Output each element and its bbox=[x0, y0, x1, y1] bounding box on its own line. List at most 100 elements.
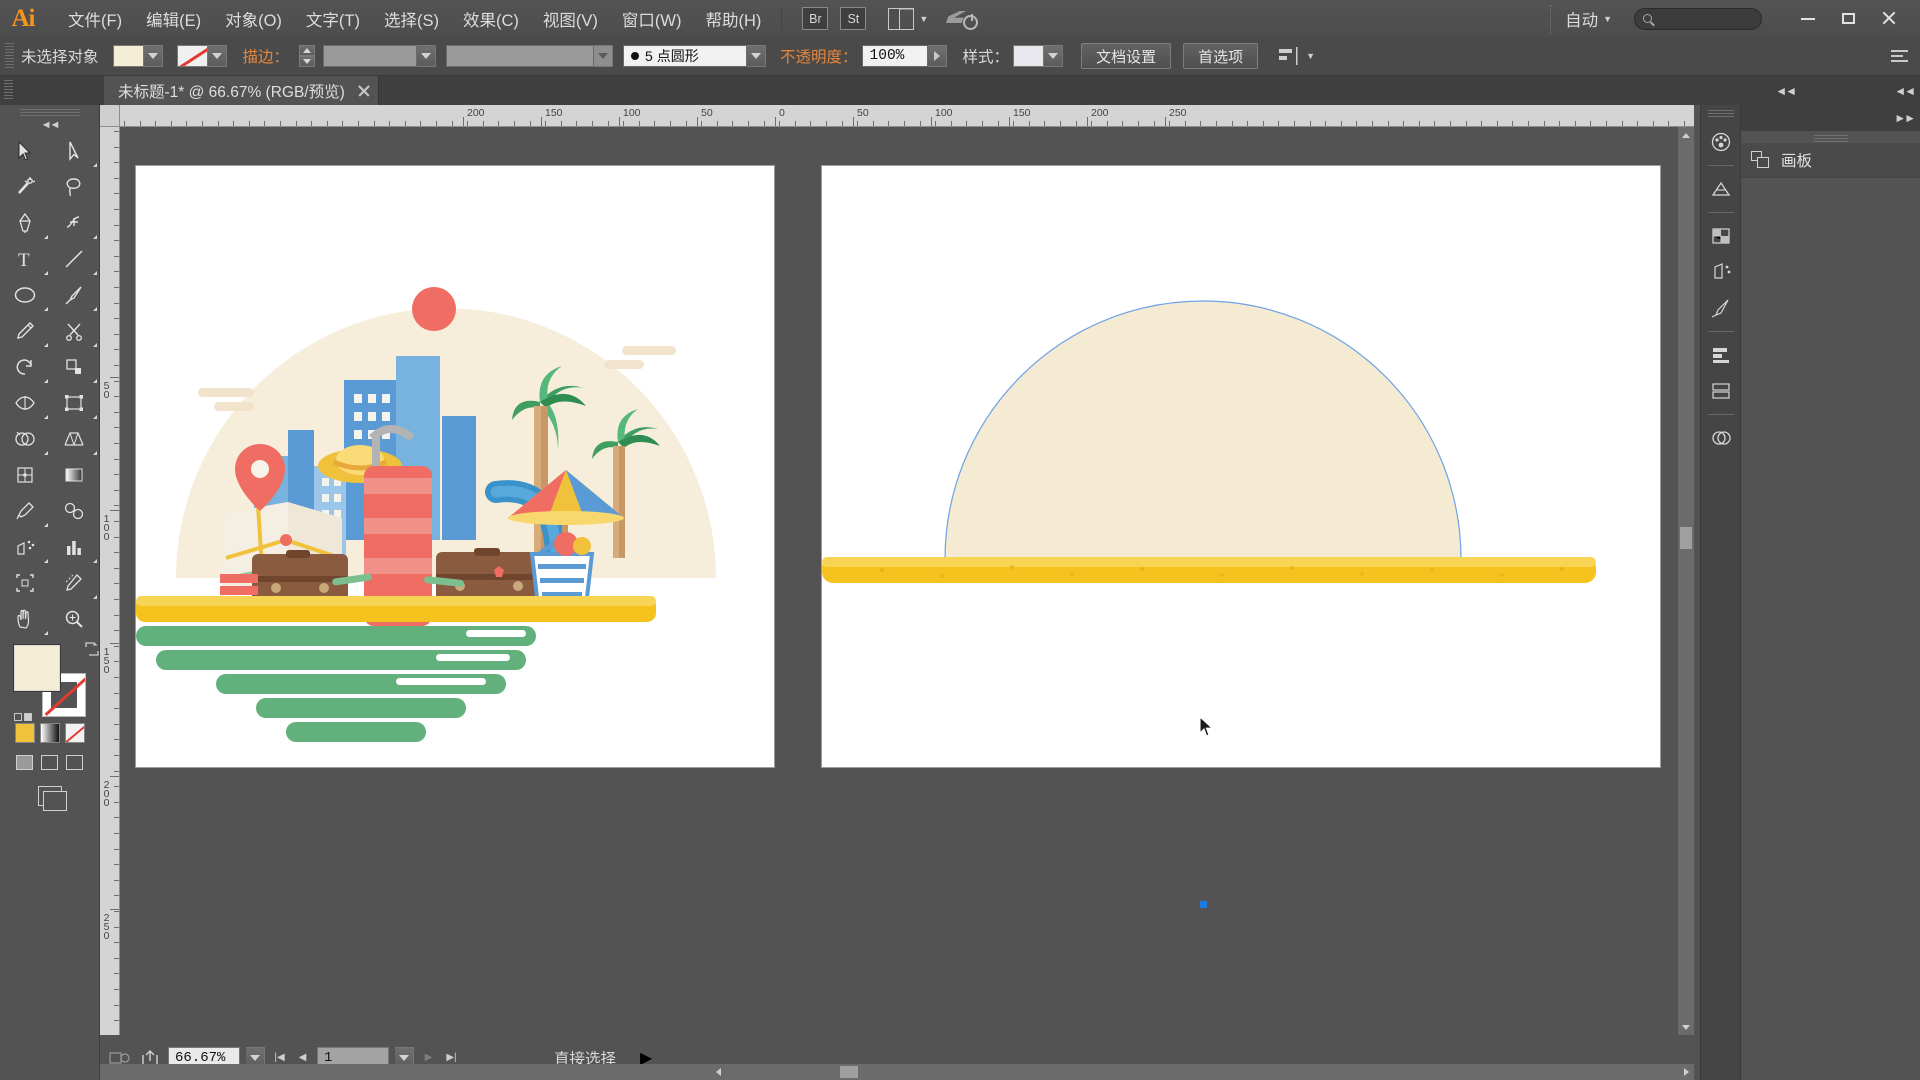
slice-tool[interactable] bbox=[50, 565, 100, 601]
pen-tool[interactable] bbox=[0, 205, 50, 241]
symbols-panel-icon[interactable] bbox=[1701, 254, 1741, 290]
artboards-panel-body[interactable] bbox=[1741, 177, 1920, 1057]
expand-panels-icon[interactable]: ►► bbox=[1894, 111, 1916, 125]
swap-fill-stroke-icon[interactable] bbox=[84, 641, 100, 657]
control-bar-grip[interactable] bbox=[5, 43, 14, 69]
draw-normal-button[interactable] bbox=[16, 755, 33, 770]
close-button[interactable] bbox=[1868, 4, 1908, 34]
canvas-area[interactable]: 200 150 100 50 0 50 100 150 200 250 50 100 150 200 25… bbox=[100, 105, 1694, 1035]
graphic-style-dropdown[interactable] bbox=[1044, 45, 1064, 67]
opacity-input[interactable]: 100% bbox=[861, 45, 928, 67]
lasso-tool[interactable] bbox=[50, 169, 100, 205]
tab-artboards[interactable]: 画板 bbox=[1741, 143, 1920, 177]
horizontal-scrollbar[interactable] bbox=[100, 1064, 1694, 1080]
paintbrush-tool[interactable] bbox=[50, 277, 100, 313]
free-transform-tool[interactable] bbox=[50, 385, 100, 421]
collapse-dock-icon[interactable]: ◄◄ bbox=[1775, 84, 1797, 98]
menu-window[interactable]: 窗口(W) bbox=[610, 3, 694, 35]
type-tool[interactable]: T bbox=[0, 241, 50, 277]
stroke-cap-dropdown[interactable] bbox=[747, 45, 767, 67]
align-to-selection-icon[interactable] bbox=[1278, 46, 1300, 66]
dock-grip[interactable] bbox=[1707, 110, 1734, 118]
appearance-panel-icon[interactable] bbox=[1701, 420, 1741, 456]
color-panel-icon[interactable] bbox=[1701, 124, 1741, 160]
close-tab-icon[interactable] bbox=[357, 84, 370, 97]
align-chevron-down-icon[interactable]: ▼ bbox=[1306, 51, 1315, 61]
scroll-up-button[interactable] bbox=[1678, 127, 1694, 143]
bridge-button[interactable]: Br bbox=[802, 7, 829, 30]
fill-swatch[interactable] bbox=[112, 45, 144, 67]
document-setup-button[interactable]: 文档设置 bbox=[1081, 43, 1172, 69]
scroll-right-button[interactable] bbox=[1678, 1064, 1694, 1080]
gradient-tool[interactable] bbox=[50, 457, 100, 493]
graphic-style-swatch[interactable] bbox=[1013, 45, 1045, 67]
horizontal-scroll-thumb[interactable] bbox=[840, 1066, 858, 1078]
anchor-top[interactable] bbox=[1200, 901, 1207, 908]
menu-object[interactable]: 对象(O) bbox=[213, 3, 294, 35]
brushes-panel-icon[interactable] bbox=[1701, 290, 1741, 326]
collapse-right-panel-icon[interactable]: ◄◄ bbox=[1894, 84, 1916, 98]
menu-help[interactable]: 帮助(H) bbox=[693, 3, 773, 35]
opacity-popup-button[interactable] bbox=[927, 45, 947, 67]
transparency-panel-icon[interactable] bbox=[1701, 218, 1741, 254]
selection-tool[interactable] bbox=[0, 133, 50, 169]
arrange-documents-button[interactable]: ▼ bbox=[888, 7, 928, 30]
ruler-origin[interactable] bbox=[100, 105, 120, 127]
control-bar-menu-button[interactable] bbox=[1891, 50, 1908, 62]
variable-width-profile-group[interactable] bbox=[323, 45, 437, 67]
preferences-button[interactable]: 首选项 bbox=[1183, 43, 1259, 69]
menu-file[interactable]: 文件(F) bbox=[56, 3, 134, 35]
selected-shape-group[interactable] bbox=[822, 166, 1660, 767]
menu-type[interactable]: 文字(T) bbox=[294, 3, 372, 35]
brush-definition-field[interactable] bbox=[446, 45, 595, 67]
scissors-tool[interactable] bbox=[50, 313, 100, 349]
artboard-2[interactable] bbox=[821, 165, 1661, 908]
ellipse-tool[interactable] bbox=[0, 277, 50, 313]
fill-color-swatch[interactable] bbox=[13, 645, 60, 691]
brush-definition-group[interactable] bbox=[446, 45, 614, 67]
tools-panel-collapse-icon[interactable]: ◄◄ bbox=[0, 119, 99, 131]
default-fill-stroke-icon[interactable] bbox=[13, 713, 32, 721]
artboard-tool[interactable] bbox=[0, 565, 50, 601]
column-graph-tool[interactable] bbox=[50, 529, 100, 565]
add-anchor-point-tool[interactable] bbox=[50, 205, 100, 241]
stroke-swatch-group[interactable] bbox=[176, 45, 227, 67]
artboard-1[interactable] bbox=[135, 165, 775, 768]
minimize-button[interactable] bbox=[1788, 4, 1828, 34]
fill-swatch-dropdown[interactable] bbox=[143, 45, 163, 67]
line-segment-tool[interactable] bbox=[50, 241, 100, 277]
pencil-tool[interactable] bbox=[0, 313, 50, 349]
brush-definition-dropdown[interactable] bbox=[594, 45, 614, 67]
direct-selection-tool[interactable] bbox=[50, 133, 100, 169]
right-panel-grip[interactable] bbox=[1813, 135, 1848, 143]
gradient-button[interactable] bbox=[39, 723, 60, 743]
blend-tool[interactable] bbox=[50, 493, 100, 529]
eyedropper-tool[interactable] bbox=[0, 493, 50, 529]
canvas-viewport[interactable] bbox=[121, 128, 1674, 1035]
width-tool[interactable] bbox=[0, 385, 50, 421]
vertical-scrollbar[interactable] bbox=[1678, 127, 1694, 1035]
style-group[interactable] bbox=[1013, 45, 1064, 67]
vertical-scroll-thumb[interactable] bbox=[1680, 527, 1692, 549]
stroke-cap-field[interactable]: 5 点圆形 bbox=[623, 45, 748, 67]
variable-width-dropdown[interactable] bbox=[417, 45, 437, 67]
hand-tool[interactable] bbox=[0, 601, 50, 637]
fill-stroke-widget[interactable] bbox=[13, 642, 99, 721]
fill-swatch-group[interactable] bbox=[112, 45, 163, 67]
creative-cloud-sync-icon[interactable] bbox=[948, 8, 979, 30]
shape-builder-tool[interactable] bbox=[0, 421, 50, 457]
gradient-panel-icon[interactable] bbox=[1701, 171, 1741, 207]
magic-wand-tool[interactable] bbox=[0, 169, 50, 205]
search-adobe-stock-input[interactable] bbox=[1634, 7, 1762, 30]
stroke-weight-stepper[interactable] bbox=[299, 45, 316, 67]
color-button[interactable] bbox=[14, 723, 35, 743]
perspective-grid-tool[interactable] bbox=[50, 421, 100, 457]
scroll-left-button[interactable] bbox=[710, 1064, 726, 1080]
draw-inside-button[interactable] bbox=[66, 755, 83, 770]
stroke-swatch[interactable] bbox=[176, 45, 208, 67]
workspace-switcher[interactable]: 自动 bbox=[1565, 7, 1598, 31]
draw-behind-button[interactable] bbox=[41, 755, 58, 770]
none-button[interactable] bbox=[64, 723, 85, 743]
opacity-group[interactable]: 100% bbox=[861, 45, 947, 67]
mesh-tool[interactable] bbox=[0, 457, 50, 493]
